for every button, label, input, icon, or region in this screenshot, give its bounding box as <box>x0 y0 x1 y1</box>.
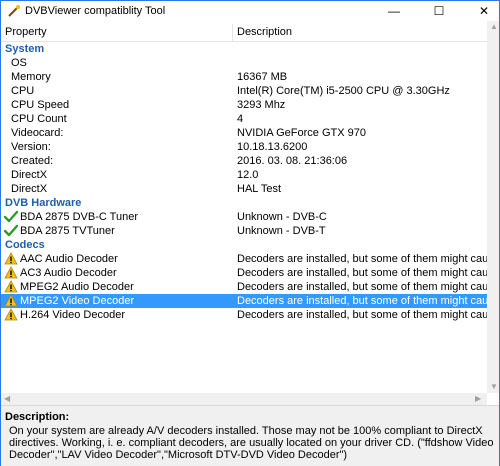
app-window: DVBViewer compatiblity Tool — ☐ ✕ Proper… <box>0 0 500 466</box>
property-cell: Created: <box>11 155 54 167</box>
list-item[interactable]: Version: 10.18.13.6200 <box>1 140 487 154</box>
property-cell: CPU <box>11 85 35 97</box>
description-cell: Unknown - DVB-C <box>237 211 327 223</box>
property-cell: Version: <box>11 141 51 153</box>
description-cell: 10.18.13.6200 <box>237 141 308 153</box>
warning-icon <box>4 308 18 321</box>
warning-icon <box>4 294 18 307</box>
property-cell: System <box>5 43 45 55</box>
property-cell: AAC Audio Decoder <box>20 253 118 265</box>
column-header-description[interactable]: Description <box>237 26 292 38</box>
column-divider[interactable] <box>232 24 233 41</box>
check-icon <box>3 210 19 223</box>
window-title: DVBViewer compatiblity Tool <box>25 5 166 17</box>
list-item[interactable]: H.264 Video Decoder Decoders are installe… <box>1 308 487 322</box>
scrollbar-track[interactable] <box>489 33 497 383</box>
scroll-right-icon[interactable]: ▶ <box>475 394 481 403</box>
list-item[interactable]: BDA 2875 DVB-C Tuner Unknown - DVB-C <box>1 210 487 224</box>
description-cell: 12.0 <box>237 169 259 181</box>
property-cell: AC3 Audio Decoder <box>20 267 117 279</box>
close-button[interactable]: ✕ <box>469 1 499 21</box>
maximize-button[interactable]: ☐ <box>424 1 454 21</box>
list-item[interactable]: BDA 2875 TVTuner Unknown - DVB-T <box>1 224 487 238</box>
description-cell: Decoders are installed, but some of them… <box>237 309 487 321</box>
warning-icon <box>4 280 18 293</box>
property-cell: DirectX <box>11 183 48 195</box>
list-item[interactable]: DirectX HAL Test <box>1 182 487 196</box>
warning-icon <box>4 252 18 265</box>
list-item[interactable]: CPU Speed 3293 Mhz <box>1 98 487 112</box>
description-cell: Decoders are installed, but some of them… <box>237 295 487 307</box>
property-cell: CPU Speed <box>11 99 70 111</box>
property-cell: Codecs <box>5 239 45 251</box>
list-item[interactable]: Videocard: NVIDIA GeForce GTX 970 <box>1 126 487 140</box>
description-title: Description: <box>5 411 70 423</box>
description-cell: HAL Test <box>237 183 282 195</box>
description-cell: Unknown - DVB-T <box>237 225 326 237</box>
description-cell: 2016. 03. 08. 21:36:06 <box>237 155 348 167</box>
description-cell: 4 <box>237 113 244 125</box>
horizontal-scrollbar[interactable]: ◀ ▶ <box>1 393 487 405</box>
list-item[interactable]: AAC Audio Decoder Decoders are installed,… <box>1 252 487 266</box>
wand-icon <box>8 5 20 17</box>
group-header[interactable]: Codecs <box>1 238 487 252</box>
description-cell: Decoders are installed, but some of them… <box>237 267 487 279</box>
group-header[interactable]: DVB Hardware <box>1 196 487 210</box>
property-cell: MPEG2 Audio Decoder <box>20 281 134 293</box>
description-cell: Intel(R) Core(TM) i5-2500 CPU @ 3.30GHz <box>237 85 450 97</box>
property-cell: MPEG2 Video Decoder <box>20 295 135 307</box>
list-item[interactable]: MPEG2 Video Decoder Decoders are installe… <box>1 294 487 308</box>
list-item[interactable]: AC3 Audio Decoder Decoders are installed,… <box>1 266 487 280</box>
property-cell: BDA 2875 DVB-C Tuner <box>20 211 139 223</box>
property-cell: OS <box>11 57 27 69</box>
description-cell: Decoders are installed, but some of them… <box>237 281 487 293</box>
property-cell: Videocard: <box>11 127 64 139</box>
list-item[interactable]: MPEG2 Audio Decoder Decoders are installe… <box>1 280 487 294</box>
list-item[interactable]: OS <box>1 56 487 70</box>
list-item[interactable]: Created: 2016. 03. 08. 21:36:06 <box>1 154 487 168</box>
property-cell: DirectX <box>11 169 48 181</box>
title-bar[interactable]: DVBViewer compatiblity Tool — ☐ ✕ <box>1 1 499 21</box>
description-cell: 3293 Mhz <box>237 99 286 111</box>
list-item[interactable]: CPU Count 4 <box>1 112 487 126</box>
property-cell: H.264 Video Decoder <box>20 309 125 321</box>
list-item[interactable]: CPU Intel(R) Core(TM) i5-2500 CPU @ 3.30G… <box>1 84 487 98</box>
property-cell: DVB Hardware <box>5 197 82 209</box>
minimize-button[interactable]: — <box>379 1 409 21</box>
property-list[interactable]: Property Description System OS Memory 16367… <box>1 21 487 393</box>
check-icon <box>3 224 19 237</box>
description-panel: Description: On your system are already … <box>1 405 499 466</box>
property-cell: Memory <box>11 71 51 83</box>
vertical-scrollbar[interactable]: ▲ ▼ <box>487 21 499 393</box>
property-cell: CPU Count <box>11 113 67 125</box>
description-cell: 16367 MB <box>237 71 288 83</box>
scroll-down-icon[interactable]: ▼ <box>490 382 498 391</box>
scroll-up-icon[interactable]: ▲ <box>490 22 498 31</box>
scroll-left-icon[interactable]: ◀ <box>4 394 10 403</box>
description-text: On your system are already A/V decoders … <box>9 425 494 461</box>
warning-icon <box>4 266 18 279</box>
list-item[interactable]: DirectX 12.0 <box>1 168 487 182</box>
description-cell: NVIDIA GeForce GTX 970 <box>237 127 366 139</box>
list-header: Property Description <box>1 24 487 42</box>
column-header-property[interactable]: Property <box>5 26 47 38</box>
property-cell: BDA 2875 TVTuner <box>20 225 115 237</box>
group-header[interactable]: System <box>1 42 487 56</box>
description-cell: Decoders are installed, but some of them… <box>237 253 487 265</box>
list-item[interactable]: Memory 16367 MB <box>1 70 487 84</box>
